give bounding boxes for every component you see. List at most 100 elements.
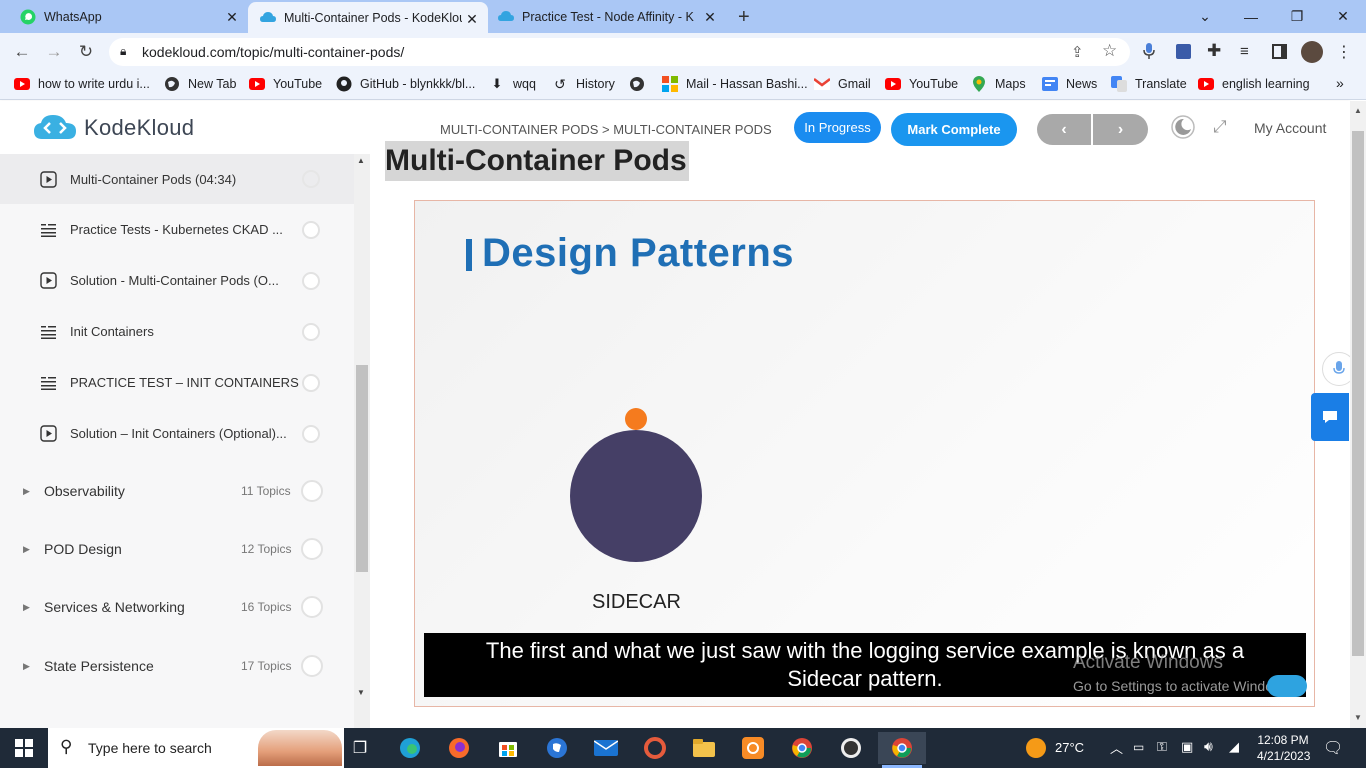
lesson-item[interactable]: Practice Tests - Kubernetes CKAD ...	[0, 204, 354, 255]
page-scroll-thumb[interactable]	[1352, 131, 1364, 656]
tab-search-icon[interactable]: ⌄	[1182, 0, 1228, 33]
microphone-icon[interactable]	[1142, 42, 1156, 65]
bookmark-how-to-write-urdu[interactable]: how to write urdu i...	[14, 75, 150, 93]
sidebar-scroll-thumb[interactable]	[356, 365, 368, 572]
my-account-link[interactable]: My Account	[1254, 120, 1326, 136]
bookmark-github[interactable]: GitHub - blynkkk/bl...	[336, 75, 475, 93]
expand-arrow-icon[interactable]: ▶	[23, 602, 30, 613]
close-icon[interactable]: ✕	[224, 9, 240, 25]
volume-icon[interactable]: 🔊︎	[1204, 738, 1213, 755]
scroll-up-icon[interactable]: ▲	[1354, 106, 1362, 115]
topic-observability[interactable]: ▶ Observability 11 Topics	[0, 462, 354, 520]
device-icon[interactable]: ▣	[1181, 739, 1193, 755]
mail-icon[interactable]	[590, 732, 622, 764]
scroll-down-icon[interactable]: ▼	[357, 688, 365, 697]
chat-button[interactable]	[1311, 393, 1349, 441]
more-menu-icon[interactable]: ⋮	[1336, 42, 1352, 62]
status-badge[interactable]: In Progress	[794, 112, 881, 143]
bookmark-wqq[interactable]: ⬇ wqq	[489, 75, 536, 93]
firefox-icon[interactable]	[443, 732, 475, 764]
reading-list-icon[interactable]: ≡	[1240, 43, 1249, 60]
chrome-icon[interactable]	[786, 732, 818, 764]
lesson-item[interactable]: Solution – Init Containers (Optional)...	[0, 408, 354, 459]
reload-icon[interactable]: ↻	[72, 38, 100, 66]
dark-mode-icon[interactable]	[1171, 115, 1195, 144]
settings-app-icon[interactable]	[737, 732, 769, 764]
bookmark-history[interactable]: ↺ History	[552, 75, 615, 93]
expand-arrow-icon[interactable]: ▶	[23, 544, 30, 555]
url-text[interactable]: kodekloud.com/topic/multi-container-pods…	[142, 44, 404, 60]
tab-multi-container-pods[interactable]: Multi-Container Pods - KodeKlou ✕	[248, 2, 488, 33]
side-panel-icon[interactable]	[1272, 44, 1287, 59]
video-player[interactable]: Design Patterns SIDECAR The first and wh…	[414, 200, 1315, 707]
expand-arrow-icon[interactable]: ▶	[23, 661, 30, 672]
window-close-icon[interactable]: ✕	[1320, 0, 1366, 33]
tab-practice-test[interactable]: Practice Test - Node Affinity - Ko ✕	[488, 0, 726, 33]
lesson-item[interactable]: PRACTICE TEST – INIT CONTAINERS	[0, 357, 354, 408]
chrome-active-icon[interactable]	[878, 732, 926, 764]
extensions-icon[interactable]: ✚	[1207, 41, 1221, 61]
share-icon[interactable]: ⇪	[1071, 43, 1084, 61]
kodekloud-logo-icon[interactable]	[34, 113, 76, 148]
bookmark-translate[interactable]: Translate	[1111, 75, 1187, 93]
wifi-icon[interactable]: ◢	[1229, 739, 1239, 755]
site-logo-text[interactable]: KodeKloud	[84, 115, 194, 141]
lesson-item[interactable]: Solution - Multi-Container Pods (O...	[0, 255, 354, 306]
page-scrollbar[interactable]: ▲ ▼	[1350, 101, 1366, 728]
bookmark-mail[interactable]: Mail - Hassan Bashi...	[662, 75, 808, 93]
next-lesson-button[interactable]: ›	[1093, 114, 1148, 145]
network-icon[interactable]: ⚿	[1157, 739, 1167, 755]
kodekloud-float-icon[interactable]	[1267, 675, 1307, 697]
notification-icon[interactable]: 🗨︎	[1323, 738, 1343, 758]
battery-icon[interactable]: ▭	[1133, 740, 1144, 754]
tray-chevron-icon[interactable]: ︿	[1110, 738, 1123, 757]
obs-icon[interactable]	[835, 732, 867, 764]
taskbar-search-placeholder[interactable]: Type here to search	[88, 740, 212, 756]
bookmark-news[interactable]: News	[1042, 75, 1097, 93]
bookmark-globe[interactable]	[629, 75, 653, 93]
windows-start-icon[interactable]	[8, 732, 40, 764]
close-icon[interactable]: ✕	[702, 9, 718, 25]
new-tab-icon[interactable]: +	[738, 6, 750, 29]
taskbar-clock[interactable]: 12:08 PM 4/21/2023	[1257, 733, 1310, 763]
bookmark-english-learning[interactable]: english learning	[1198, 75, 1310, 93]
restore-icon[interactable]: ❐	[1274, 0, 1320, 33]
bookmarks-overflow-icon[interactable]: »	[1336, 75, 1344, 91]
bookmark-new-tab[interactable]: New Tab	[164, 75, 236, 93]
tab-whatsapp[interactable]: WhatsApp ✕	[0, 0, 248, 33]
store-icon[interactable]	[492, 732, 524, 764]
avatar[interactable]	[1301, 41, 1323, 63]
forward-icon[interactable]: →	[40, 38, 68, 66]
bookmark-gmail[interactable]: Gmail	[814, 75, 871, 93]
edge-icon[interactable]	[394, 732, 426, 764]
clock-time: 12:08 PM	[1257, 733, 1309, 747]
close-icon[interactable]: ✕	[464, 11, 480, 27]
app-swirl-icon[interactable]	[639, 732, 671, 764]
lock-icon[interactable]: 🔒︎	[120, 44, 126, 59]
previous-lesson-button[interactable]: ‹	[1037, 114, 1091, 145]
bookmark-youtube-2[interactable]: YouTube	[885, 75, 958, 93]
bookmark-maps[interactable]: Maps	[971, 75, 1026, 93]
mark-complete-button[interactable]: Mark Complete	[891, 113, 1017, 146]
minimize-icon[interactable]: —	[1228, 0, 1274, 33]
topic-state-persistence[interactable]: ▶ State Persistence 17 Topics	[0, 636, 354, 694]
lesson-item[interactable]: Init Containers	[0, 306, 354, 357]
download-ext-icon[interactable]	[1176, 44, 1191, 59]
fullscreen-icon[interactable]: ⤢	[1213, 117, 1227, 137]
task-view-icon[interactable]: ❐	[344, 732, 376, 764]
topic-label: POD Design	[44, 541, 122, 557]
bookmark-youtube[interactable]: YouTube	[249, 75, 322, 93]
expand-arrow-icon[interactable]: ▶	[23, 486, 30, 497]
weather-temp[interactable]: 27°C	[1055, 740, 1084, 755]
topic-services-networking[interactable]: ▶ Services & Networking 16 Topics	[0, 578, 354, 636]
file-explorer-icon[interactable]	[688, 732, 720, 764]
lesson-item-current[interactable]: Multi-Container Pods (04:34)	[0, 154, 354, 204]
scroll-up-icon[interactable]: ▲	[357, 156, 365, 165]
topic-pod-design[interactable]: ▶ POD Design 12 Topics	[0, 520, 354, 578]
bookmark-star-icon[interactable]: ☆	[1102, 41, 1117, 61]
topic-progress-circle	[301, 480, 323, 502]
phone-link-icon[interactable]	[541, 732, 573, 764]
back-icon[interactable]: ←	[8, 38, 36, 66]
weather-icon[interactable]	[1026, 738, 1046, 758]
scroll-down-icon[interactable]: ▼	[1354, 713, 1362, 722]
